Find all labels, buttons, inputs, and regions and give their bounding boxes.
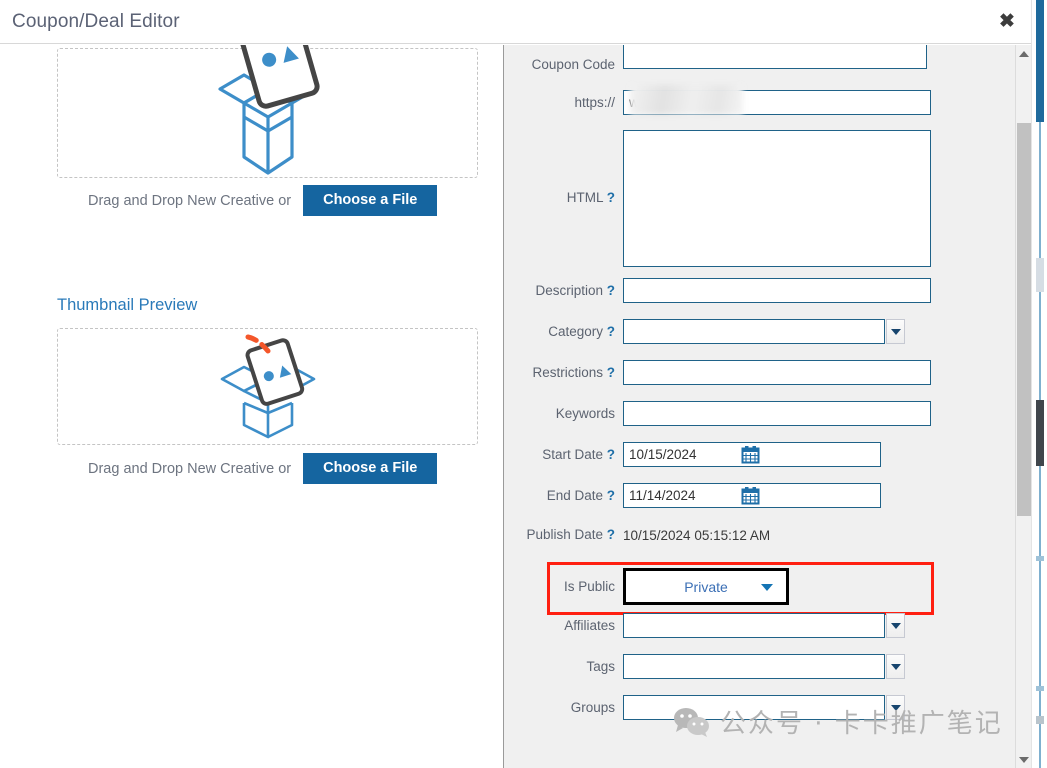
- is-public-label: Is Public: [564, 579, 615, 594]
- html-label: HTML: [567, 190, 603, 205]
- scroll-down-arrow-icon[interactable]: [1016, 751, 1032, 768]
- creative-dropzone-caption: Drag and Drop New Creative or: [88, 193, 291, 209]
- is-public-value: Private: [684, 579, 728, 595]
- creative-upload-caption-row: Drag and Drop New Creative or Choose a F…: [88, 185, 437, 216]
- thumbnail-dropzone[interactable]: [57, 328, 478, 445]
- is-public-select[interactable]: Private: [623, 568, 789, 605]
- page-scrollbar[interactable]: [1031, 0, 1047, 768]
- coupon-code-input[interactable]: [623, 45, 927, 69]
- start-date-help-icon[interactable]: ?: [607, 447, 615, 462]
- field-row-tags: Tags: [504, 654, 1012, 679]
- scroll-up-arrow-icon[interactable]: [1016, 45, 1032, 62]
- category-select[interactable]: [623, 319, 885, 344]
- page-scrollbar-tick-3: [1036, 716, 1044, 724]
- thumbnail-upload-caption-row: Drag and Drop New Creative or Choose a F…: [88, 453, 437, 484]
- field-row-coupon-code: Coupon Code: [504, 51, 1012, 72]
- page-title: Coupon/Deal Editor: [12, 11, 180, 33]
- restrictions-help-icon[interactable]: ?: [607, 365, 615, 380]
- chevron-down-icon-is-public: [761, 584, 773, 591]
- thumbnail-preview-heading: Thumbnail Preview: [57, 296, 197, 315]
- form-scroll-area: Coupon Code https:// HTML ?: [504, 45, 1012, 768]
- chevron-down-icon-groups[interactable]: [886, 695, 905, 720]
- description-input[interactable]: [623, 278, 931, 303]
- open-box-with-image-card-icon: [184, 45, 352, 197]
- publish-date-value: 10/15/2024 05:15:12 AM: [623, 527, 770, 543]
- category-help-icon[interactable]: ?: [607, 324, 615, 339]
- close-icon[interactable]: ✖: [993, 8, 1021, 36]
- page-scrollbar-thumb[interactable]: [1036, 400, 1044, 466]
- end-date-label: End Date: [547, 488, 603, 503]
- affiliates-select[interactable]: [623, 613, 885, 638]
- choose-a-file-button-creative[interactable]: Choose a File: [303, 185, 437, 216]
- creative-upload-panel: Drag and Drop New Creative or Choose a F…: [0, 45, 503, 768]
- field-row-description: Description ?: [504, 278, 1012, 303]
- calendar-icon-end-date[interactable]: [741, 486, 760, 505]
- field-row-is-public: Is Public Private: [504, 568, 1012, 605]
- field-row-category: Category ?: [504, 319, 1012, 344]
- page-scrollbar-track-lower[interactable]: [1039, 510, 1041, 768]
- html-help-icon[interactable]: ?: [607, 190, 615, 205]
- calendar-icon-start-date[interactable]: [741, 445, 760, 464]
- html-textarea[interactable]: [623, 130, 931, 267]
- keywords-input[interactable]: [623, 401, 931, 426]
- page-scrollbar-segment-top[interactable]: [1036, 0, 1044, 122]
- url-label: https://: [574, 95, 615, 110]
- form-scrollbar[interactable]: [1015, 45, 1031, 768]
- tags-label: Tags: [586, 659, 615, 674]
- restrictions-label: Restrictions: [532, 365, 603, 380]
- coupon-form-panel: Coupon Code https:// HTML ?: [503, 45, 1031, 768]
- field-row-affiliates: Affiliates: [504, 613, 1012, 638]
- field-row-url: https://: [504, 90, 1012, 115]
- start-date-label: Start Date: [542, 447, 603, 462]
- form-scrollbar-thumb[interactable]: [1017, 123, 1031, 516]
- description-label: Description: [535, 283, 603, 298]
- page-scrollbar-tick-1: [1036, 556, 1044, 561]
- groups-label: Groups: [571, 700, 615, 715]
- creative-dropzone[interactable]: [57, 48, 478, 178]
- coupon-code-label: Coupon Code: [532, 57, 615, 72]
- choose-a-file-button-thumbnail[interactable]: Choose a File: [303, 453, 437, 484]
- keywords-label: Keywords: [556, 406, 615, 421]
- field-row-start-date: Start Date ?: [504, 442, 1012, 467]
- category-label: Category: [548, 324, 603, 339]
- end-date-help-icon[interactable]: ?: [607, 488, 615, 503]
- field-row-restrictions: Restrictions ?: [504, 360, 1012, 385]
- open-box-with-image-card-dropping-icon: [184, 333, 352, 445]
- field-row-keywords: Keywords: [504, 401, 1012, 426]
- url-input[interactable]: [623, 90, 931, 115]
- field-row-groups: Groups: [504, 695, 1012, 720]
- tags-select[interactable]: [623, 654, 885, 679]
- publish-date-label: Publish Date: [526, 527, 603, 542]
- affiliates-label: Affiliates: [564, 618, 615, 633]
- thumbnail-dropzone-caption: Drag and Drop New Creative or: [88, 461, 291, 477]
- restrictions-input[interactable]: [623, 360, 931, 385]
- publish-date-help-icon[interactable]: ?: [607, 527, 615, 542]
- chevron-down-icon-tags[interactable]: [886, 654, 905, 679]
- groups-select[interactable]: [623, 695, 885, 720]
- description-help-icon[interactable]: ?: [607, 283, 615, 298]
- page-scrollbar-marker-light[interactable]: [1036, 258, 1044, 292]
- field-row-publish-date: Publish Date ? 10/15/2024 05:15:12 AM: [504, 527, 1012, 543]
- field-row-end-date: End Date ?: [504, 483, 1012, 508]
- chevron-down-icon-affiliates[interactable]: [886, 613, 905, 638]
- field-row-html: HTML ?: [504, 130, 1012, 267]
- page-scrollbar-tick-2: [1036, 686, 1044, 691]
- modal-header: Coupon/Deal Editor ✖: [0, 0, 1031, 44]
- chevron-down-icon-category[interactable]: [886, 319, 905, 344]
- coupon-deal-editor-modal: Coupon/Deal Editor ✖: [0, 0, 1047, 768]
